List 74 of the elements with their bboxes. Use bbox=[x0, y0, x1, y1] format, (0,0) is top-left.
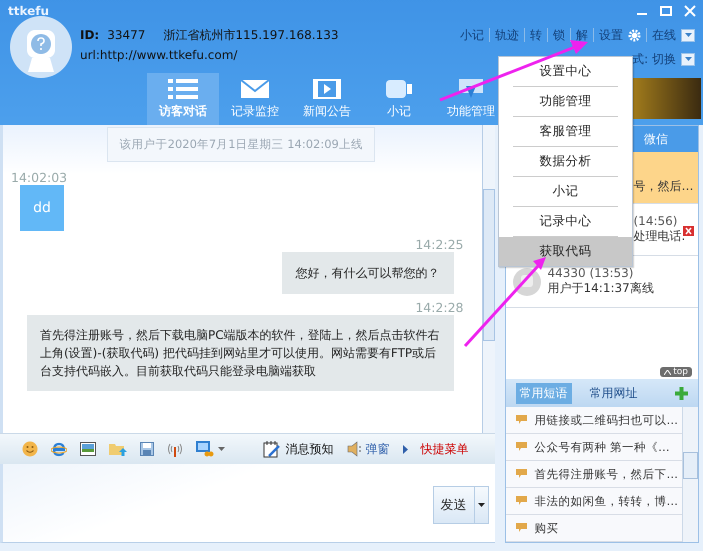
settings-icon[interactable] bbox=[628, 28, 641, 42]
speech-bubble-icon bbox=[516, 415, 526, 425]
menu-item[interactable]: 设置中心 bbox=[513, 57, 618, 87]
signal-icon[interactable] bbox=[167, 441, 183, 457]
list-icon bbox=[168, 78, 198, 100]
save-icon[interactable] bbox=[140, 442, 154, 456]
phrase-item[interactable]: 购买 bbox=[534, 520, 558, 536]
caret-icon[interactable] bbox=[218, 447, 225, 451]
scrollbar[interactable] bbox=[482, 125, 494, 433]
message-time: 14:2:25 bbox=[415, 237, 464, 252]
dropdown-button[interactable] bbox=[681, 52, 695, 66]
menu-item[interactable]: 获取代码 bbox=[499, 237, 632, 266]
smiley-icon[interactable] bbox=[22, 441, 38, 457]
scrollbar[interactable] bbox=[682, 407, 698, 542]
download-icon bbox=[456, 78, 486, 100]
maximize-icon[interactable] bbox=[659, 5, 673, 17]
speech-bubble-icon bbox=[516, 442, 526, 452]
phrase-tab[interactable]: 常用网址 bbox=[586, 382, 642, 404]
browser-icon[interactable] bbox=[51, 441, 67, 457]
online-notice: 该用户于2020年7月1日星期三 14:02:09上线 bbox=[107, 127, 376, 162]
session-preview: 处理电话. bbox=[634, 228, 686, 245]
header-link[interactable]: 锁 bbox=[553, 26, 565, 44]
dropdown-button[interactable] bbox=[681, 28, 695, 42]
speech-bubble-icon bbox=[516, 496, 526, 506]
note-icon bbox=[384, 78, 414, 100]
notify-link[interactable]: 消息预知 bbox=[286, 440, 334, 458]
visitor-location: 浙江省杭州市115.197.168.133 bbox=[163, 26, 338, 44]
visitor-id-label: ID: bbox=[80, 28, 100, 42]
agent-message: 首先得注册账号，然后下载电脑PC端版本的软件，登陆上，然后点击软件右上角(设置)-(获取代码) 把代码挂到网站里才可以使用。网站需要有FTP或后台支持代码嵌入。目前获取代码只能登录电脑端获取 bbox=[27, 315, 454, 391]
menu-item[interactable]: 小记 bbox=[513, 177, 618, 207]
session-title: (14:56) bbox=[634, 214, 678, 228]
caret-icon bbox=[478, 503, 484, 507]
message-input[interactable]: 发送 bbox=[0, 464, 494, 543]
header-link[interactable]: 轨迹 bbox=[495, 26, 519, 44]
image-icon[interactable] bbox=[80, 442, 96, 456]
visitor-url: url:http://www.ttkefu.com/ bbox=[80, 48, 238, 64]
send-button[interactable]: 发送 bbox=[432, 486, 488, 524]
speech-bubble-icon bbox=[516, 523, 526, 533]
menu-item[interactable]: 数据分析 bbox=[513, 147, 618, 177]
status-link[interactable]: 在线 bbox=[652, 26, 676, 44]
menu-item[interactable]: 客服管理 bbox=[513, 117, 618, 147]
visitor-id: 33477 bbox=[107, 28, 146, 42]
header-link[interactable]: 小记 bbox=[460, 26, 484, 44]
folder-icon[interactable] bbox=[109, 442, 127, 456]
session-preview: 号，然后… bbox=[634, 178, 694, 195]
menu-item[interactable]: 功能管理 bbox=[513, 87, 618, 117]
close-icon[interactable] bbox=[683, 226, 694, 236]
visitor-message: dd bbox=[20, 185, 64, 231]
header-link[interactable]: 转 bbox=[530, 26, 542, 44]
envelope-icon bbox=[240, 78, 270, 100]
speaker-icon[interactable] bbox=[346, 441, 360, 457]
quick-menu-link[interactable]: 快捷菜单 bbox=[420, 440, 468, 458]
window-title: ttkefu bbox=[8, 4, 50, 18]
speech-bubble-icon bbox=[516, 469, 526, 479]
message-time: 14:02:03 bbox=[11, 170, 68, 185]
add-icon[interactable] bbox=[675, 386, 688, 400]
avatar-icon bbox=[10, 16, 72, 78]
caret-icon bbox=[684, 57, 692, 61]
screenshot-icon[interactable] bbox=[196, 441, 214, 457]
back-to-top-button[interactable]: top bbox=[660, 367, 692, 377]
session-preview: 用户于14:1:37离线 bbox=[548, 280, 654, 297]
close-icon[interactable] bbox=[683, 5, 697, 17]
video-icon bbox=[312, 78, 342, 100]
agent-message: 您好，有什么可以帮您的？ bbox=[282, 252, 454, 294]
notepad-icon[interactable] bbox=[262, 440, 280, 458]
settings-link[interactable]: 设置 bbox=[599, 26, 623, 44]
play-icon bbox=[402, 444, 408, 454]
caret-icon bbox=[684, 33, 692, 37]
popup-link[interactable]: 弹窗 bbox=[366, 440, 390, 458]
message-time: 14:2:28 bbox=[415, 300, 464, 315]
header-link[interactable]: 解 bbox=[576, 26, 588, 44]
caret-icon bbox=[664, 370, 672, 374]
session-title: 44330 (13:53) bbox=[548, 266, 634, 280]
visitor-avatar-icon bbox=[512, 266, 542, 296]
